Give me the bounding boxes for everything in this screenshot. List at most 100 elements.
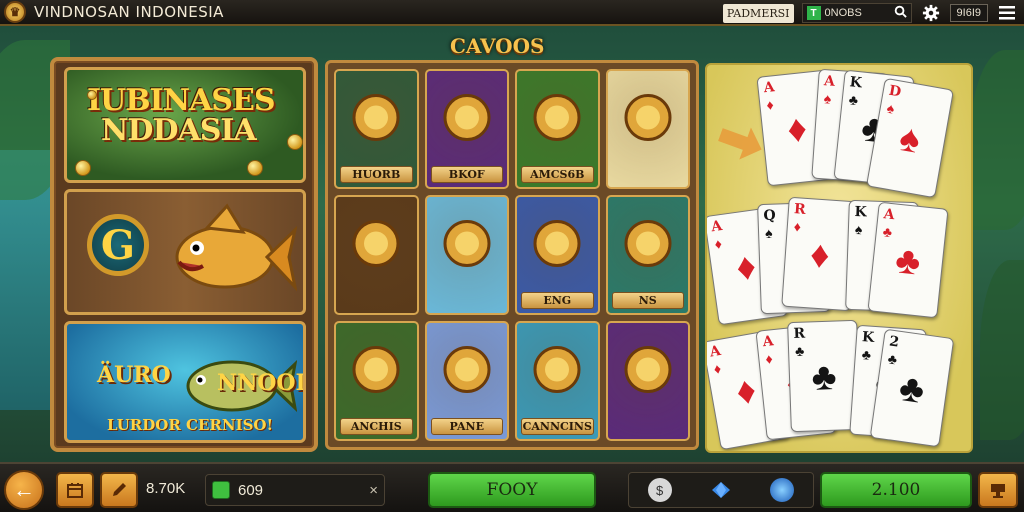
card-game-panel[interactable]: A♦♦A♠♠K♣♣D♠♠A♦♦Q♠♠R♦♦K♠♠A♣♣A♦♦A♦♦R♣♣K♣♣2… bbox=[705, 63, 973, 453]
globe-icon[interactable] bbox=[770, 478, 795, 502]
calendar-button[interactable] bbox=[56, 472, 94, 508]
game-tile-art-icon bbox=[347, 214, 405, 277]
card-suit-icon: ♦ bbox=[713, 235, 723, 253]
game-tile-art-icon bbox=[438, 340, 496, 403]
banner-ocean-caption: LURDOR CERNISO! bbox=[107, 416, 274, 434]
bottom-bar: ← 8.70K 609 × FOOY $ 2.100 bbox=[0, 462, 1024, 512]
banner-title: IUBINASES NDDASIA bbox=[87, 86, 275, 148]
featured-banner-main[interactable]: IUBINASES NDDASIA bbox=[64, 67, 306, 183]
game-tile[interactable] bbox=[424, 195, 509, 315]
coin-icon bbox=[247, 160, 263, 176]
card-suit-icon: ♠ bbox=[854, 221, 863, 238]
game-tile[interactable]: AMCS6B bbox=[515, 69, 600, 189]
card-suit-icon: ♦ bbox=[793, 218, 802, 235]
game-tile-label: ANCHIS bbox=[340, 418, 413, 435]
game-tile-art-icon bbox=[528, 88, 586, 151]
play-button[interactable]: FOOY bbox=[428, 472, 596, 508]
counter-badge[interactable]: 9I6I9 bbox=[949, 4, 988, 22]
card-rank: K bbox=[848, 74, 863, 92]
settings-gear-icon[interactable] bbox=[920, 2, 942, 24]
game-tile[interactable]: NS bbox=[605, 195, 690, 315]
bet-button[interactable]: 2.100 bbox=[820, 472, 972, 508]
search-icon[interactable] bbox=[894, 5, 907, 21]
card-rank: A bbox=[710, 218, 724, 236]
playing-card[interactable]: 2 ♣ ♣ bbox=[869, 328, 955, 448]
back-button[interactable]: ← bbox=[4, 470, 44, 510]
trophy-button[interactable] bbox=[978, 472, 1018, 508]
wallet-field[interactable]: 609 × bbox=[205, 474, 385, 506]
arrow-decoration bbox=[715, 119, 768, 166]
game-tile[interactable]: CANNCINS bbox=[515, 321, 600, 441]
game-tile-art-icon bbox=[619, 340, 677, 403]
card-suit-icon: ♠ bbox=[823, 90, 832, 107]
search-field[interactable]: T 0NOBS bbox=[801, 3, 912, 23]
game-tile[interactable]: PANE bbox=[424, 321, 509, 441]
quick-icons-group: $ bbox=[628, 472, 814, 508]
card-pip-icon: ♦ bbox=[785, 107, 810, 152]
card-rank: K bbox=[861, 329, 875, 346]
game-tile-grid: HUORB BKOF AMCS6B ENG NS ANCHIS PANE CANNCINS bbox=[325, 60, 699, 450]
game-tile[interactable] bbox=[605, 69, 690, 189]
card-suit-icon: ♣ bbox=[848, 91, 859, 109]
wallet-amount: 609 bbox=[238, 481, 264, 499]
menu-hamburger-icon[interactable] bbox=[996, 2, 1018, 24]
wallet-close-icon[interactable]: × bbox=[369, 482, 378, 499]
banner-ocean-text-right: NNOOI bbox=[217, 370, 306, 396]
game-tile[interactable]: BKOF bbox=[424, 69, 509, 189]
playing-card[interactable]: A ♣ ♣ bbox=[867, 201, 949, 319]
wallet-icon bbox=[212, 481, 230, 499]
card-suit-icon: ♦ bbox=[764, 350, 774, 368]
card-rank: R bbox=[793, 325, 806, 343]
game-tile-label: ENG bbox=[521, 292, 594, 309]
card-rank: A bbox=[882, 206, 896, 224]
game-tile-art-icon bbox=[438, 214, 496, 277]
card-pip-icon: ♠ bbox=[896, 117, 924, 163]
back-arrow-icon: ← bbox=[13, 477, 35, 502]
game-tile[interactable] bbox=[334, 195, 419, 315]
card-suit-icon: ♣ bbox=[794, 342, 805, 359]
card-suit-icon: ♠ bbox=[885, 99, 896, 117]
promo-button[interactable]: PADMERSI bbox=[722, 3, 794, 23]
game-tile-label: AMCS6B bbox=[521, 166, 594, 183]
game-tile[interactable]: HUORB bbox=[334, 69, 419, 189]
featured-banners-panel: IUBINASES NDDASIA G ÄURO NNOOI LURDOR CE… bbox=[50, 57, 318, 452]
card-suit-icon: ♣ bbox=[861, 346, 872, 363]
card-suit-icon: ♠ bbox=[764, 224, 773, 241]
featured-banner-ocean[interactable]: ÄURO NNOOI LURDOR CERNISO! bbox=[64, 321, 306, 443]
background-leaf bbox=[970, 50, 1024, 230]
card-rank: R bbox=[793, 201, 807, 218]
game-tile[interactable]: ENG bbox=[515, 195, 600, 315]
g-emblem-icon: G bbox=[87, 214, 149, 276]
card-suit-icon: ♣ bbox=[886, 350, 899, 368]
game-tile-art-icon bbox=[347, 88, 405, 151]
card-suit-icon: ♦ bbox=[765, 96, 775, 114]
banner-title-line2: NDDASIA bbox=[101, 113, 257, 148]
card-rank: A bbox=[761, 333, 775, 351]
card-rank: 2 bbox=[888, 333, 901, 351]
card-suit-icon: ♦ bbox=[712, 360, 723, 378]
card-rank: A bbox=[762, 79, 776, 97]
game-tile-label: NS bbox=[611, 292, 684, 309]
coin-icon bbox=[75, 160, 91, 176]
coin-icon[interactable]: $ bbox=[647, 478, 672, 502]
section-title: CAVOOS bbox=[450, 34, 545, 58]
game-tile[interactable] bbox=[605, 321, 690, 441]
featured-banner-fish[interactable]: G bbox=[64, 189, 306, 315]
card-pip-icon: ♣ bbox=[893, 239, 923, 284]
game-tile-label: BKOF bbox=[430, 166, 503, 183]
edit-button[interactable] bbox=[100, 472, 138, 508]
top-bar: ♛ VINDNOSAN INDONESIA PADMERSI T 0NOBS 9… bbox=[0, 0, 1024, 26]
card-pip-icon: ♦ bbox=[733, 369, 760, 414]
trophy-icon bbox=[991, 484, 1005, 498]
diamond-icon[interactable] bbox=[709, 478, 733, 502]
top-right-controls: PADMERSI T 0NOBS 9I6I9 bbox=[722, 2, 1018, 24]
game-tile[interactable]: ANCHIS bbox=[334, 321, 419, 441]
app-logo[interactable]: ♛ bbox=[4, 1, 26, 23]
coin-icon bbox=[87, 90, 97, 100]
app-title: VINDNOSAN INDONESIA bbox=[34, 3, 224, 21]
card-rank: Q bbox=[763, 207, 776, 225]
card-rank: D bbox=[887, 82, 903, 101]
game-tile-art-icon bbox=[528, 214, 586, 277]
search-badge-icon: T bbox=[806, 6, 821, 20]
pencil-icon bbox=[113, 483, 126, 496]
